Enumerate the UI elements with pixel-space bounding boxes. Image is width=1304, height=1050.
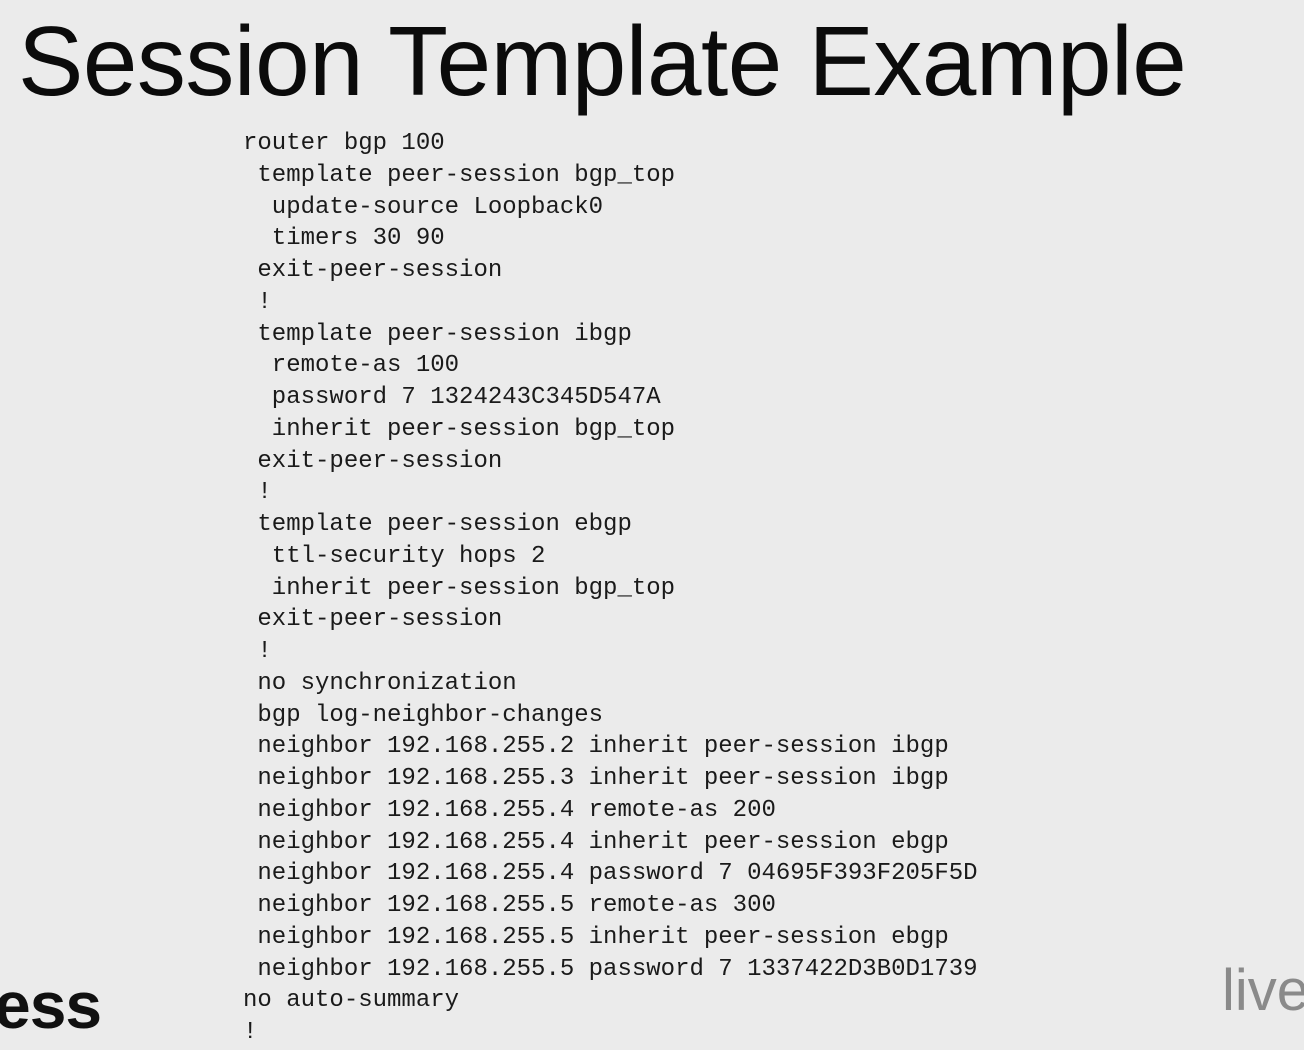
code-line: exit-peer-session	[243, 606, 503, 634]
code-line: inherit peer-session bgp_top	[243, 415, 676, 443]
slide-title: Session Template Example	[18, 6, 1187, 116]
code-line: ttl-security hops 2	[243, 542, 546, 570]
code-line: bgp log-neighbor-changes	[243, 701, 604, 729]
code-line: neighbor 192.168.255.3 inherit peer-sess…	[243, 765, 949, 792]
code-line: !	[243, 288, 272, 316]
code-line: template peer-session ibgp	[243, 320, 632, 348]
code-line: neighbor 192.168.255.2 inherit peer-sess…	[243, 733, 949, 761]
code-line: password 7 1324243C345D547A	[243, 384, 661, 411]
code-line: neighbor 192.168.255.4 password 7 04695F…	[243, 860, 978, 888]
code-line: !	[243, 1019, 258, 1046]
code-block: router bgp 100 template peer-session bgp…	[243, 128, 978, 1049]
code-line: neighbor 192.168.255.5 remote-as 300	[243, 892, 776, 919]
brand-logo-right: live	[1222, 958, 1304, 1023]
code-line: !	[243, 479, 272, 507]
brand-logo-left: ess	[0, 968, 102, 1042]
code-line: router bgp 100	[243, 130, 445, 157]
code-line: template peer-session bgp_top	[243, 161, 676, 189]
code-line: no synchronization	[243, 669, 517, 697]
code-line: inherit peer-session bgp_top	[243, 574, 676, 602]
code-line: timers 30 90	[243, 225, 445, 253]
slide: Session Template Example router bgp 100 …	[0, 0, 1304, 1050]
code-line: template peer-session ebgp	[243, 511, 632, 538]
code-line: neighbor 192.168.255.4 remote-as 200	[243, 796, 776, 824]
code-line: update-source Loopback0	[243, 193, 604, 221]
code-line: remote-as 100	[243, 352, 460, 380]
code-line: no auto-summary	[243, 987, 460, 1015]
code-line: neighbor 192.168.255.4 inherit peer-sess…	[243, 828, 949, 856]
code-line: exit-peer-session	[243, 257, 503, 284]
code-line: exit-peer-session	[243, 447, 503, 475]
code-line: !	[243, 638, 272, 665]
code-line: neighbor 192.168.255.5 password 7 133742…	[243, 955, 978, 983]
code-line: neighbor 192.168.255.5 inherit peer-sess…	[243, 923, 949, 951]
